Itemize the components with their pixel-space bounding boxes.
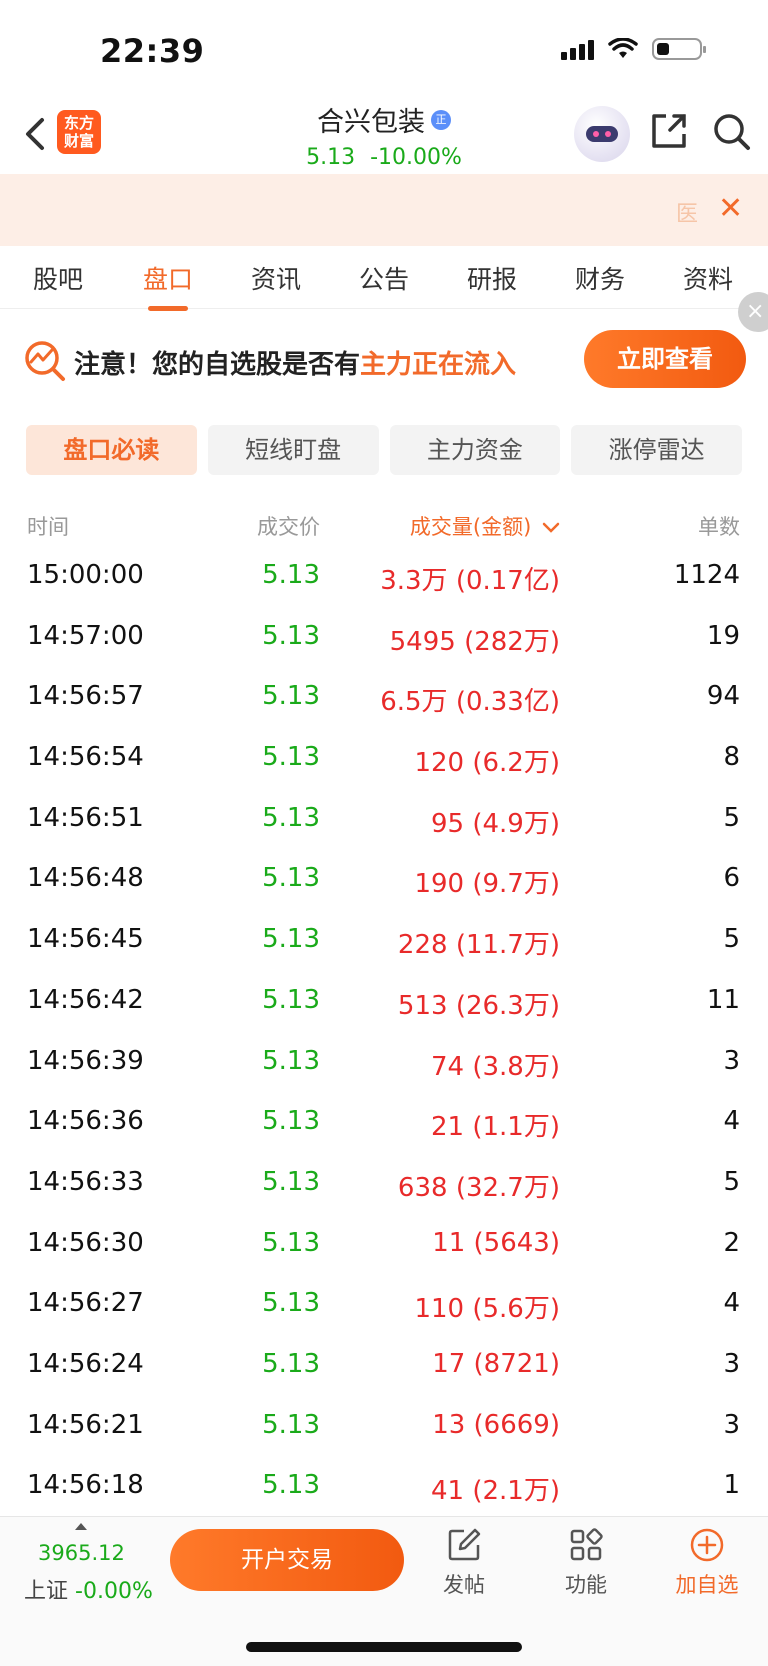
stock-name: 合兴包装 (317, 107, 425, 138)
ai-assistant-icon[interactable] (574, 106, 630, 162)
cell-count: 6 (723, 863, 740, 894)
logo-line-1: 东方 (63, 114, 94, 132)
bottom-bar: 3965.12 上证 -0.00% 开户交易 发帖 功能 加自选 (0, 1516, 768, 1666)
cell-count: 3 (723, 1409, 740, 1440)
home-indicator[interactable] (246, 1642, 522, 1652)
tab-profile[interactable]: 资料 (673, 260, 743, 296)
stock-quote: 5.13 -10.00% (200, 145, 568, 170)
table-row[interactable]: 14:56:27 5.13 110 (5.6万) 4 (0, 1276, 768, 1337)
index-name: 上证 (24, 1579, 69, 1604)
open-account-trade-button[interactable]: 开户交易 (170, 1529, 404, 1591)
table-row[interactable]: 14:56:42 5.13 513 (26.3万) 11 (0, 973, 768, 1034)
notice-text: 注意！您的自选股是否有主力正在流入 (74, 344, 516, 381)
table-row[interactable]: 14:56:48 5.13 190 (9.7万) 6 (0, 851, 768, 912)
cell-count: 2 (723, 1227, 740, 1258)
stock-tabs: 股吧 盘口 资讯 公告 研报 财务 资料 (0, 246, 768, 311)
functions-button[interactable]: 功能 (546, 1527, 626, 1599)
cell-count: 1124 (673, 560, 740, 590)
banner-close-icon[interactable]: ✕ (718, 194, 743, 224)
table-row[interactable]: 14:56:18 5.13 41 (2.1万) 1 (0, 1458, 768, 1519)
tab-research[interactable]: 研报 (457, 260, 527, 296)
cell-count: 8 (723, 742, 740, 773)
add-watchlist-label: 加自选 (675, 1573, 739, 1597)
battery-icon (652, 38, 706, 60)
table-row[interactable]: 14:56:54 5.13 120 (6.2万) 8 (0, 730, 768, 791)
segment-limit-up-radar[interactable]: 涨停雷达 (571, 425, 742, 475)
cell-count: 5 (723, 924, 740, 955)
table-row[interactable]: 14:56:24 5.13 17 (8721) 3 (0, 1337, 768, 1398)
cell-count: 19 (706, 620, 740, 651)
post-label: 发帖 (443, 1573, 485, 1597)
tab-finance[interactable]: 财务 (565, 260, 635, 296)
cell-count: 5 (723, 802, 740, 833)
search-icon[interactable] (712, 112, 752, 152)
index-change: -0.00% (75, 1579, 153, 1604)
capital-flow-notice: 注意！您的自选股是否有主力正在流入 立即查看 (0, 310, 768, 410)
table-row[interactable]: 14:56:51 5.13 95 (4.9万) 5 (0, 791, 768, 852)
tab-news[interactable]: 资讯 (241, 260, 311, 296)
grid-icon (570, 1528, 603, 1561)
tab-announcements[interactable]: 公告 (349, 260, 419, 296)
tab-pankou-label: 盘口 (142, 265, 193, 294)
view-now-button[interactable]: 立即查看 (584, 330, 746, 388)
edit-icon (448, 1528, 481, 1561)
add-watchlist-button[interactable]: 加自选 (667, 1527, 747, 1599)
header-count: 单数 (698, 515, 740, 539)
stock-header: 东方 财富 合兴包装 正 5.13 -10.00% (0, 100, 768, 174)
status-time: 22:39 (100, 32, 205, 70)
table-row[interactable]: 14:56:33 5.13 638 (32.7万) 5 (0, 1155, 768, 1216)
cell-count: 3 (723, 1348, 740, 1379)
cell-count: 4 (723, 1106, 740, 1137)
banner-glyph: 医 (676, 202, 699, 227)
caret-up-icon[interactable] (75, 1523, 87, 1530)
cell-count: 5 (723, 1166, 740, 1197)
notice-prefix: 注意！您的自选股是否有 (74, 350, 361, 380)
share-icon[interactable] (650, 112, 688, 150)
table-row[interactable]: 15:00:00 5.13 3.3万 (0.17亿) 1124 (0, 548, 768, 609)
table-row[interactable]: 14:56:21 5.13 13 (6669) 3 (0, 1398, 768, 1459)
back-arrow-icon[interactable] (20, 114, 50, 154)
post-button[interactable]: 发帖 (424, 1527, 504, 1599)
functions-label: 功能 (565, 1573, 607, 1597)
status-icons (561, 38, 706, 60)
table-row[interactable]: 14:56:45 5.13 228 (11.7万) 5 (0, 912, 768, 973)
table-row[interactable]: 14:56:30 5.13 11 (5643) 2 (0, 1216, 768, 1277)
index-value[interactable]: 3965.12 (38, 1541, 125, 1565)
logo-line-2: 财富 (63, 132, 94, 150)
stock-price: 5.13 (306, 145, 356, 170)
table-row[interactable]: 14:56:36 5.13 21 (1.1万) 4 (0, 1094, 768, 1155)
segment-must-read[interactable]: 盘口必读 (26, 425, 197, 475)
index-ticker[interactable]: 上证 -0.00% (24, 1573, 153, 1605)
cell-count: 11 (706, 984, 740, 1015)
plus-circle-icon (690, 1528, 724, 1562)
notice-highlight: 主力正在流入 (360, 350, 517, 380)
segment-main-capital[interactable]: 主力资金 (389, 425, 561, 475)
trades-table-body[interactable]: 15:00:00 5.13 3.3万 (0.17亿) 1124 14:57:00 5.13… (0, 548, 768, 1519)
cell-count: 3 (723, 1045, 740, 1076)
wifi-icon (608, 38, 638, 58)
table-row[interactable]: 14:56:57 5.13 6.5万 (0.33亿) 94 (0, 669, 768, 730)
segment-control: 盘口必读 短线盯盘 主力资金 涨停雷达 (26, 425, 742, 475)
cell-count: 4 (723, 1288, 740, 1319)
cell-count: 1 (723, 1470, 740, 1501)
app-logo[interactable]: 东方 财富 (57, 110, 101, 154)
tab-guba[interactable]: 股吧 (23, 260, 93, 296)
stock-title-block: 合兴包装 正 5.13 -10.00% (200, 100, 568, 170)
table-row[interactable]: 14:56:39 5.13 74 (3.8万) 3 (0, 1034, 768, 1095)
tab-pankou[interactable]: 盘口 (133, 260, 203, 311)
trend-magnifier-icon (25, 341, 65, 381)
trades-table-header: 时间 成交价 成交量(金额) 单数 (0, 505, 768, 545)
cellular-signal-icon (561, 38, 594, 60)
status-bar: 22:39 (0, 0, 768, 100)
stock-badge-icon: 正 (431, 109, 451, 130)
cell-count: 94 (706, 681, 740, 712)
table-row[interactable]: 14:57:00 5.13 5495 (282万) 19 (0, 609, 768, 670)
stock-change: -10.00% (370, 145, 462, 170)
ad-banner[interactable]: 医 ✕ (0, 174, 768, 246)
segment-short-term[interactable]: 短线盯盘 (207, 425, 379, 475)
